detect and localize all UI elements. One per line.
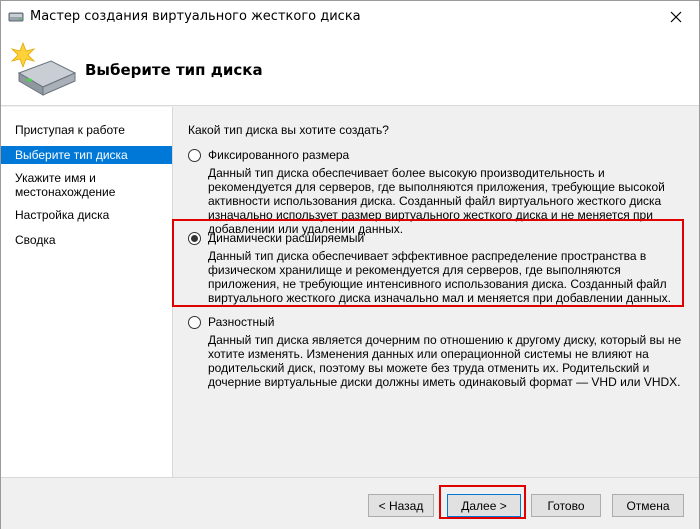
sidebar-item-label: Выберите тип диска bbox=[15, 148, 128, 162]
sidebar-item-label: Приступая к работе bbox=[15, 123, 125, 137]
wizard-window-icon bbox=[8, 12, 24, 22]
cancel-button[interactable]: Отмена bbox=[612, 494, 684, 517]
sidebar-item-label: Укажите имя и местонахождение bbox=[15, 171, 116, 199]
wizard-footer: < Назад Далее > Готово Отмена bbox=[1, 477, 699, 529]
wizard-window: Мастер создания виртуального жесткого ди… bbox=[0, 0, 700, 529]
radio-differencing[interactable] bbox=[188, 316, 201, 329]
back-button[interactable]: < Назад bbox=[368, 494, 434, 517]
wizard-steps-sidebar: Приступая к работе Выберите тип диска Ук… bbox=[1, 107, 173, 477]
option-label[interactable]: Разностный bbox=[208, 315, 274, 329]
option-label[interactable]: Динамически расширяемый bbox=[208, 231, 364, 245]
hard-disk-icon bbox=[10, 41, 77, 96]
sidebar-item-name-location[interactable]: Укажите имя и местонахождение bbox=[1, 169, 121, 201]
sidebar-item-getting-started[interactable]: Приступая к работе bbox=[1, 121, 172, 139]
option-description: Данный тип диска обеспечивает эффективно… bbox=[208, 249, 671, 305]
option-description: Данный тип диска обеспечивает более высо… bbox=[208, 166, 665, 236]
option-label[interactable]: Фиксированного размера bbox=[208, 148, 349, 162]
disk-type-question: Какой тип диска вы хотите создать? bbox=[188, 123, 389, 137]
sidebar-item-choose-disk-type[interactable]: Выберите тип диска bbox=[1, 146, 172, 164]
sidebar-item-label: Сводка bbox=[15, 233, 56, 247]
wizard-header: Выберите тип диска bbox=[1, 32, 699, 106]
page-title: Выберите тип диска bbox=[85, 61, 263, 79]
sidebar-item-configure-disk[interactable]: Настройка диска bbox=[1, 206, 172, 224]
window-title: Мастер создания виртуального жесткого ди… bbox=[30, 9, 361, 24]
close-icon bbox=[670, 11, 682, 22]
next-button[interactable]: Далее > bbox=[447, 494, 521, 517]
option-description: Данный тип диска является дочерним по от… bbox=[208, 333, 682, 389]
finish-button[interactable]: Готово bbox=[531, 494, 601, 517]
radio-dynamic-expanding[interactable] bbox=[188, 232, 201, 245]
close-button[interactable] bbox=[653, 1, 699, 32]
radio-fixed-size[interactable] bbox=[188, 149, 201, 162]
disk-type-panel: Какой тип диска вы хотите создать? Фикси… bbox=[174, 107, 699, 477]
sidebar-item-label: Настройка диска bbox=[15, 208, 110, 222]
sidebar-item-summary[interactable]: Сводка bbox=[1, 231, 172, 249]
title-bar: Мастер создания виртуального жесткого ди… bbox=[1, 1, 699, 32]
